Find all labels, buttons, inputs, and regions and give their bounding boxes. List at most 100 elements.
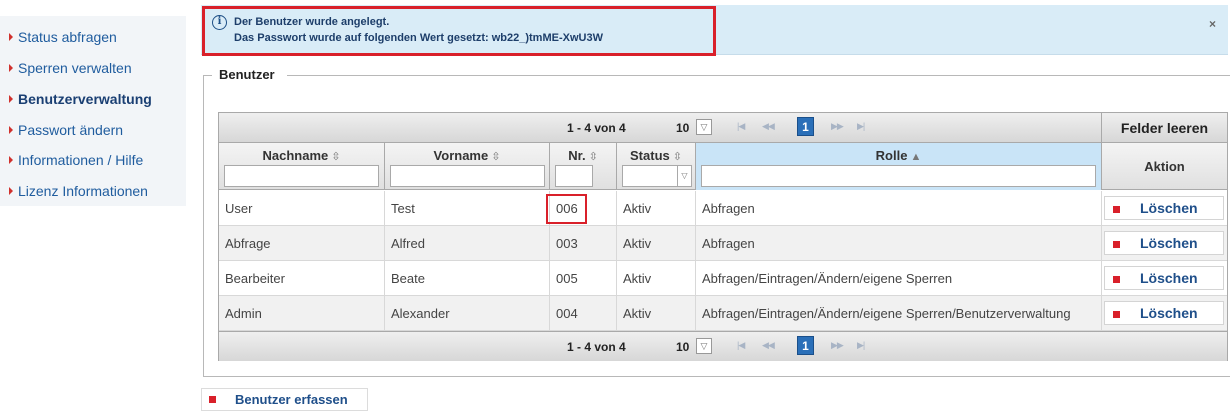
- sidebar-item-label: Lizenz Informationen: [18, 183, 148, 199]
- delete-label: Löschen: [1140, 305, 1198, 321]
- filter-nachname-input[interactable]: [224, 165, 379, 187]
- sort-icon: ⇳: [588, 151, 598, 163]
- notification-message: Der Benutzer wurde angelegt.: [234, 16, 390, 28]
- delete-label: Löschen: [1140, 270, 1198, 286]
- filter-nr-input[interactable]: [555, 165, 593, 187]
- sidebar: Status abfragen Sperren verwalten Benutz…: [0, 16, 186, 206]
- delete-button[interactable]: Löschen: [1104, 301, 1224, 325]
- column-header-rolle[interactable]: Rolle ▲: [696, 143, 1102, 190]
- column-header-nachname[interactable]: Nachname ⇳: [219, 143, 385, 190]
- column-header-aktion: Aktion: [1102, 143, 1227, 190]
- chevron-down-icon[interactable]: ▽: [696, 119, 712, 135]
- sidebar-item-label: Benutzerverwaltung: [18, 91, 152, 107]
- column-label: Vorname: [433, 148, 489, 163]
- page-size-value: 10: [676, 121, 690, 135]
- pager-info: 1 - 4 von 4: [567, 340, 626, 354]
- cell-nachname: User: [219, 191, 385, 226]
- delete-button[interactable]: Löschen: [1104, 266, 1224, 290]
- bullet-arrow-icon: [9, 95, 13, 103]
- pager-bottom: 1 - 4 von 4 10 ▽ |◀ ◀◀ 1 ▶▶ ▶|: [219, 331, 1227, 361]
- column-header-nr[interactable]: Nr. ⇳: [550, 143, 617, 190]
- sidebar-item-label: Passwort ändern: [18, 122, 124, 138]
- table-row[interactable]: User Test 006 Aktiv Abfragen Löschen: [219, 191, 1227, 226]
- cell-vorname: Alexander: [385, 296, 550, 331]
- chevron-down-icon: ▽: [677, 166, 691, 186]
- column-label: Nr.: [568, 148, 586, 163]
- info-icon: i: [212, 15, 227, 30]
- cell-status: Aktiv: [617, 261, 696, 296]
- notification-password-message: Das Passwort wurde auf folgenden Wert ge…: [234, 32, 603, 44]
- column-label: Rolle: [875, 148, 908, 163]
- table-row[interactable]: Abfrage Alfred 003 Aktiv Abfragen Lösche…: [219, 226, 1227, 261]
- column-label: Nachname: [262, 148, 329, 163]
- sidebar-item-lizenz-informationen[interactable]: Lizenz Informationen: [9, 181, 148, 201]
- page-size-select[interactable]: 10 ▽: [676, 337, 716, 356]
- create-user-button[interactable]: Benutzer erfassen: [201, 388, 368, 411]
- sort-icon: ⇳: [491, 151, 501, 163]
- page-size-value: 10: [676, 340, 690, 354]
- sidebar-item-benutzerverwaltung[interactable]: Benutzerverwaltung: [9, 89, 152, 109]
- delete-icon: [1113, 241, 1120, 248]
- page-size-select[interactable]: 10 ▽: [676, 118, 716, 137]
- cell-rolle: Abfragen: [696, 191, 1102, 226]
- first-page-icon[interactable]: |◀: [737, 121, 745, 132]
- last-page-icon[interactable]: ▶|: [857, 121, 865, 132]
- sidebar-item-passwort-aendern[interactable]: Passwort ändern: [9, 120, 123, 140]
- column-header-status[interactable]: Status ⇳ ▽: [617, 143, 696, 190]
- next-page-icon[interactable]: ▶▶: [831, 340, 844, 351]
- next-page-icon[interactable]: ▶▶: [831, 121, 844, 132]
- current-page-button[interactable]: 1: [797, 117, 814, 136]
- delete-button[interactable]: Löschen: [1104, 231, 1224, 255]
- delete-icon: [1113, 206, 1120, 213]
- delete-label: Löschen: [1140, 235, 1198, 251]
- column-header-vorname[interactable]: Vorname ⇳: [385, 143, 550, 190]
- prev-page-icon[interactable]: ◀◀: [762, 340, 775, 351]
- delete-label: Löschen: [1140, 200, 1198, 216]
- sort-ascending-icon: ▲: [910, 151, 922, 163]
- cell-nr: 005: [550, 261, 617, 296]
- delete-button[interactable]: Löschen: [1104, 196, 1224, 220]
- sidebar-item-sperren-verwalten[interactable]: Sperren verwalten: [9, 58, 132, 78]
- close-icon[interactable]: ×: [1209, 17, 1216, 31]
- add-icon: [209, 396, 216, 403]
- notification-highlight: i Der Benutzer wurde angelegt. Das Passw…: [202, 6, 716, 56]
- current-page-button[interactable]: 1: [797, 336, 814, 355]
- clear-fields-button[interactable]: Felder leeren: [1101, 113, 1227, 142]
- column-label: Aktion: [1144, 159, 1185, 174]
- prev-page-icon[interactable]: ◀◀: [762, 121, 775, 132]
- user-table: 1 - 4 von 4 10 ▽ |◀ ◀◀ 1 ▶▶ ▶| Felder le…: [218, 112, 1228, 361]
- sidebar-item-informationen-hilfe[interactable]: Informationen / Hilfe: [9, 150, 143, 170]
- notification-banner: i Der Benutzer wurde angelegt. Das Passw…: [201, 5, 1228, 56]
- chevron-down-icon[interactable]: ▽: [696, 338, 712, 354]
- last-page-icon[interactable]: ▶|: [857, 340, 865, 351]
- create-user-label: Benutzer erfassen: [235, 392, 348, 407]
- delete-icon: [1113, 311, 1120, 318]
- filter-status-select[interactable]: ▽: [622, 165, 692, 187]
- sort-icon: ⇳: [331, 151, 341, 163]
- cell-rolle: Abfragen: [696, 226, 1102, 261]
- sidebar-item-label: Informationen / Hilfe: [18, 152, 144, 168]
- cell-nachname: Abfrage: [219, 226, 385, 261]
- cell-nr: 004: [550, 296, 617, 331]
- bullet-arrow-icon: [9, 33, 13, 41]
- cell-nachname: Bearbeiter: [219, 261, 385, 296]
- table-row[interactable]: Bearbeiter Beate 005 Aktiv Abfragen/Eint…: [219, 261, 1227, 296]
- cell-nachname: Admin: [219, 296, 385, 331]
- delete-icon: [1113, 276, 1120, 283]
- pager-info: 1 - 4 von 4: [567, 121, 626, 135]
- cell-rolle: Abfragen/Eintragen/Ändern/eigene Sperren…: [696, 296, 1102, 331]
- fieldset-border: [203, 75, 204, 376]
- cell-status: Aktiv: [617, 296, 696, 331]
- cell-vorname: Alfred: [385, 226, 550, 261]
- cell-rolle: Abfragen/Eintragen/Ändern/eigene Sperren: [696, 261, 1102, 296]
- cell-vorname: Test: [385, 191, 550, 226]
- fieldset-border: [287, 75, 1230, 76]
- filter-rolle-input[interactable]: [701, 165, 1096, 187]
- first-page-icon[interactable]: |◀: [737, 340, 745, 351]
- sidebar-item-status-abfragen[interactable]: Status abfragen: [9, 27, 117, 47]
- filter-vorname-input[interactable]: [390, 165, 545, 187]
- fieldset-legend: Benutzer: [219, 67, 275, 82]
- table-row[interactable]: Admin Alexander 004 Aktiv Abfragen/Eintr…: [219, 296, 1227, 331]
- sidebar-item-label: Status abfragen: [18, 29, 117, 45]
- cell-status: Aktiv: [617, 191, 696, 226]
